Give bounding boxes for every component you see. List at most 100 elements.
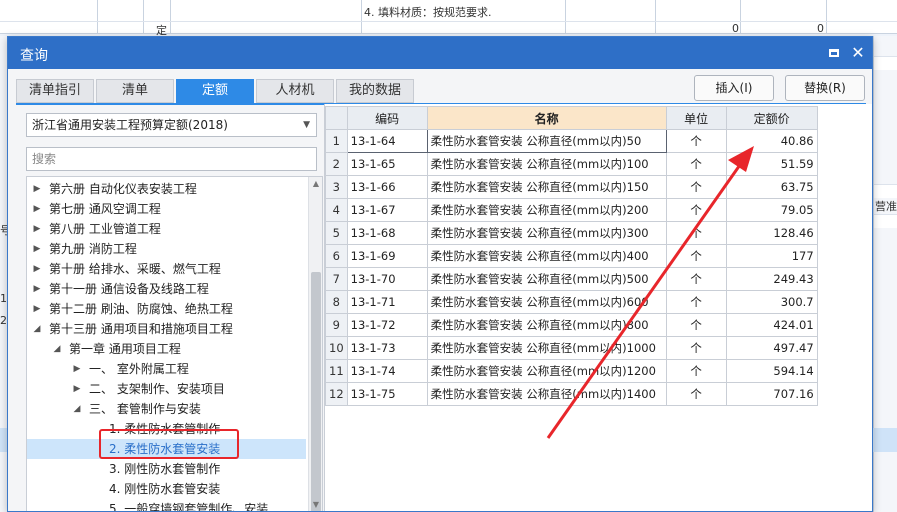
price-cell[interactable]: 424.01 [725,313,818,337]
tree-item[interactable]: ▶ 第六册 自动化仪表安装工程 [27,179,306,199]
unit-cell[interactable]: 个 [665,129,727,153]
expand-arrow-icon[interactable]: ▶ [31,219,43,239]
header-price[interactable]: 定额价 [725,106,818,130]
tab-labor-material-machine[interactable]: 人材机 [256,79,334,103]
expand-arrow-icon[interactable]: ▶ [31,279,43,299]
replace-button[interactable]: 替换(R) [785,75,865,101]
unit-cell[interactable]: 个 [665,359,727,383]
tab-bill-guide[interactable]: 清单指引 [16,79,94,103]
row-number-cell[interactable]: 11 [325,359,348,383]
price-cell[interactable]: 707.16 [725,382,818,406]
price-cell[interactable]: 63.75 [725,175,818,199]
name-cell[interactable]: 柔性防水套管安装 公称直径(mm以内)1200 [426,359,667,383]
code-cell[interactable]: 13-1-73 [346,336,428,360]
code-cell[interactable]: 13-1-72 [346,313,428,337]
tree-item[interactable]: 1. 柔性防水套管制作 [27,419,306,439]
name-cell[interactable]: 柔性防水套管安装 公称直径(mm以内)300 [426,221,667,245]
row-number-cell[interactable]: 5 [325,221,348,245]
name-cell[interactable]: 柔性防水套管安装 公称直径(mm以内)1400 [426,382,667,406]
tree-item[interactable]: ◢ 第一章 通用项目工程 [27,339,306,359]
price-cell[interactable]: 497.47 [725,336,818,360]
table-row[interactable]: 11 13-1-74 柔性防水套管安装 公称直径(mm以内)1200 个 594.14 [325,359,818,383]
name-cell[interactable]: 柔性防水套管安装 公称直径(mm以内)400 [426,244,667,268]
price-cell[interactable]: 40.86 [725,129,818,153]
close-button[interactable]: ✕ [848,43,868,63]
header-code[interactable]: 编码 [346,106,428,130]
name-cell[interactable]: 柔性防水套管安装 公称直径(mm以内)1000 [426,336,667,360]
unit-cell[interactable]: 个 [665,244,727,268]
code-cell[interactable]: 13-1-69 [346,244,428,268]
tree-item[interactable]: ◢ 三、 套管制作与安装 [27,399,306,419]
tree-item[interactable]: ▶ 二、 支架制作、安装项目 [27,379,306,399]
table-row[interactable]: 9 13-1-72 柔性防水套管安装 公称直径(mm以内)800 个 424.01 [325,313,818,337]
unit-cell[interactable]: 个 [665,152,727,176]
unit-cell[interactable]: 个 [665,382,727,406]
dialog-titlebar[interactable]: 查询 ✕ [8,37,872,69]
tree-item[interactable]: ▶ 第七册 通风空调工程 [27,199,306,219]
insert-button[interactable]: 插入(I) [694,75,774,101]
table-row[interactable]: 7 13-1-70 柔性防水套管安装 公称直径(mm以内)500 个 249.43 [325,267,818,291]
table-row[interactable]: 6 13-1-69 柔性防水套管安装 公称直径(mm以内)400 个 177 [325,244,818,268]
code-cell[interactable]: 13-1-65 [346,152,428,176]
name-cell[interactable]: 柔性防水套管安装 公称直径(mm以内)800 [426,313,667,337]
row-number-cell[interactable]: 2 [325,152,348,176]
price-cell[interactable]: 249.43 [725,267,818,291]
price-cell[interactable]: 128.46 [725,221,818,245]
tree-item[interactable]: ▶ 第十二册 刷油、防腐蚀、绝热工程 [27,299,306,319]
table-row[interactable]: 4 13-1-67 柔性防水套管安装 公称直径(mm以内)200 个 79.05 [325,198,818,222]
tree-item[interactable]: 4. 刚性防水套管安装 [27,479,306,499]
name-cell[interactable]: 柔性防水套管安装 公称直径(mm以内)600 [426,290,667,314]
expand-arrow-icon[interactable]: ▶ [31,299,43,319]
expand-arrow-icon[interactable]: ▶ [31,179,43,199]
tree-item[interactable]: 5. 一般穿墙钢套管制作、安装 [27,499,306,511]
code-cell[interactable]: 13-1-74 [346,359,428,383]
collapse-arrow-icon[interactable]: ◢ [31,319,43,339]
expand-arrow-icon[interactable]: ▶ [71,379,83,399]
maximize-button[interactable] [824,43,844,63]
code-cell[interactable]: 13-1-71 [346,290,428,314]
table-row[interactable]: 5 13-1-68 柔性防水套管安装 公称直径(mm以内)300 个 128.46 [325,221,818,245]
header-unit[interactable]: 单位 [665,106,727,130]
collapse-arrow-icon[interactable]: ◢ [71,399,83,419]
scroll-up-icon[interactable]: ▲ [309,177,322,191]
scrollbar-thumb[interactable] [311,272,321,511]
expand-arrow-icon[interactable]: ▶ [31,259,43,279]
unit-cell[interactable]: 个 [665,198,727,222]
code-cell[interactable]: 13-1-66 [346,175,428,199]
tree-item[interactable]: ▶ 第八册 工业管道工程 [27,219,306,239]
expand-arrow-icon[interactable]: ▶ [31,199,43,219]
unit-cell[interactable]: 个 [665,290,727,314]
row-number-cell[interactable]: 7 [325,267,348,291]
expand-arrow-icon[interactable]: ▶ [31,239,43,259]
tree-item[interactable]: ▶ 第十一册 通信设备及线路工程 [27,279,306,299]
name-cell[interactable]: 柔性防水套管安装 公称直径(mm以内)200 [426,198,667,222]
unit-cell[interactable]: 个 [665,175,727,199]
tree-item[interactable]: ▶ 第九册 消防工程 [27,239,306,259]
price-cell[interactable]: 51.59 [725,152,818,176]
row-number-cell[interactable]: 12 [325,382,348,406]
price-cell[interactable]: 594.14 [725,359,818,383]
table-row[interactable]: 8 13-1-71 柔性防水套管安装 公称直径(mm以内)600 个 300.7 [325,290,818,314]
tree-item[interactable]: ▶ 第十册 给排水、采暖、燃气工程 [27,259,306,279]
row-number-cell[interactable]: 4 [325,198,348,222]
name-cell[interactable]: 柔性防水套管安装 公称直径(mm以内)500 [426,267,667,291]
row-number-cell[interactable]: 6 [325,244,348,268]
chevron-down-icon[interactable]: ▼ [303,114,310,136]
code-cell[interactable]: 13-1-68 [346,221,428,245]
table-row[interactable]: 2 13-1-65 柔性防水套管安装 公称直径(mm以内)100 个 51.59 [325,152,818,176]
code-cell[interactable]: 13-1-67 [346,198,428,222]
row-number-cell[interactable]: 8 [325,290,348,314]
tree-item[interactable]: ◢ 第十三册 通用项目和措施项目工程 [27,319,306,339]
collapse-arrow-icon[interactable]: ◢ [51,339,63,359]
tree-scrollbar[interactable]: ▲ ▼ [308,177,322,511]
name-cell[interactable]: 柔性防水套管安装 公称直径(mm以内)100 [426,152,667,176]
tab-bill[interactable]: 清单 [96,79,174,103]
unit-cell[interactable]: 个 [665,267,727,291]
unit-cell[interactable]: 个 [665,336,727,360]
code-cell[interactable]: 13-1-64 [346,129,428,153]
unit-cell[interactable]: 个 [665,221,727,245]
row-number-cell[interactable]: 10 [325,336,348,360]
name-cell[interactable]: 柔性防水套管安装 公称直径(mm以内)150 [426,175,667,199]
name-cell[interactable]: 柔性防水套管安装 公称直径(mm以内)50 [426,129,667,153]
tab-quota[interactable]: 定额 [176,79,254,103]
